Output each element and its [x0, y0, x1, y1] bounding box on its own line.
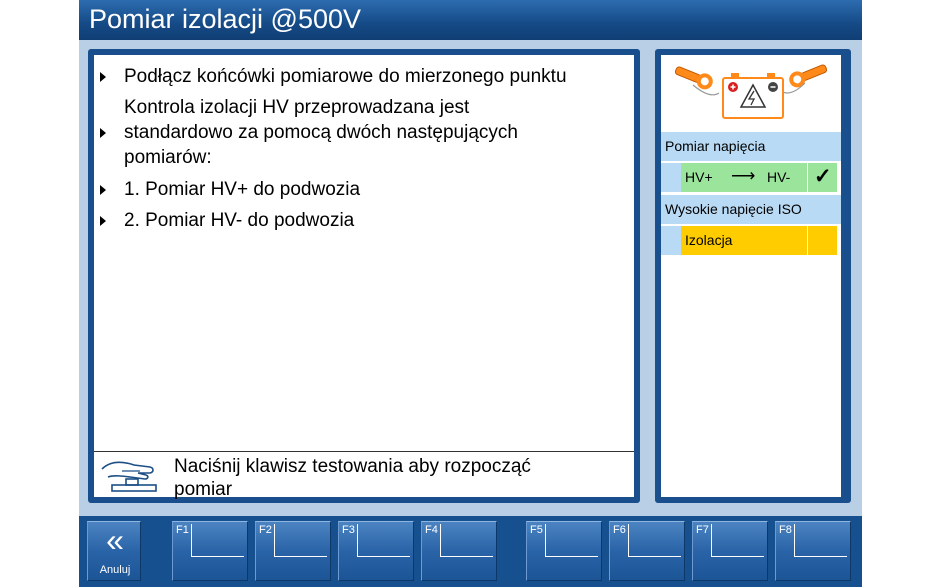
battery-probes-icon — [674, 64, 828, 119]
title-bar: Pomiar izolacji @500V — [79, 0, 862, 40]
instruction-list: Podłącz końcówki pomiarowe do mierzonego… — [94, 55, 634, 451]
instruction-panel: Podłącz końcówki pomiarowe do mierzonego… — [88, 49, 640, 503]
instruction-text: 1. Pomiar HV+ do podwozia — [124, 179, 361, 200]
double-chevron-left-icon: « — [106, 522, 124, 558]
iso-measurement-value: Izolacja — [681, 226, 807, 255]
f5-button[interactable]: F5 — [526, 521, 602, 581]
checkmark-icon: ✓ — [814, 165, 832, 188]
hand-press-button-icon — [101, 461, 157, 492]
status-panel: Pomiar napięcia HV+ ⟶ HV- ✓ Wysokie napi… — [655, 49, 851, 503]
iso-measurement-row[interactable]: Izolacja — [661, 226, 841, 255]
status-content: Pomiar napięcia HV+ ⟶ HV- ✓ Wysokie napi… — [661, 55, 841, 497]
f1-button[interactable]: F1 — [172, 521, 248, 581]
status-cell: ✓ — [808, 163, 837, 192]
instruction-content: Podłącz końcówki pomiarowe do mierzonego… — [94, 55, 634, 500]
hint-text: Naciśnij klawisz testowania aby rozpoczą… — [174, 456, 531, 500]
voltage-measurement-row[interactable]: HV+ ⟶ HV- ✓ — [661, 163, 841, 192]
instruction-text: Kontrola izolacji HV przeprowadzana jest… — [124, 97, 518, 168]
app-window: Pomiar izolacji @500V Podłącz końcówki p… — [79, 0, 862, 587]
bullet-arrow-icon — [100, 185, 106, 195]
arrow-right-icon: ⟶ — [731, 166, 756, 185]
f2-button[interactable]: F2 — [255, 521, 331, 581]
work-area: Podłącz końcówki pomiarowe do mierzonego… — [79, 40, 862, 516]
bullet-arrow-icon — [100, 216, 106, 226]
instruction-text: 2. Pomiar HV- do podwozia — [124, 210, 355, 231]
window-title: Pomiar izolacji @500V — [89, 4, 362, 34]
function-key-bar: « Anuluj F1 F2 F3 F4 F5 F6 F7 F8 — [79, 516, 862, 587]
f8-button[interactable]: F8 — [775, 521, 851, 581]
voltage-measurement-value: HV+ ⟶ HV- — [681, 163, 807, 192]
bullet-arrow-icon — [100, 72, 106, 82]
f7-button[interactable]: F7 — [692, 521, 768, 581]
f3-button[interactable]: F3 — [338, 521, 414, 581]
iso-measurement-header: Wysokie napięcie ISO — [661, 195, 841, 224]
voltage-measurement-header: Pomiar napięcia — [661, 132, 841, 161]
test-hint: Naciśnij klawisz testowania aby rozpoczą… — [94, 451, 634, 500]
f4-button[interactable]: F4 — [421, 521, 497, 581]
bullet-arrow-icon — [100, 128, 106, 138]
status-cell — [808, 226, 837, 255]
f6-button[interactable]: F6 — [609, 521, 685, 581]
instruction-text: Podłącz końcówki pomiarowe do mierzonego… — [124, 66, 567, 87]
cancel-button[interactable]: « Anuluj — [87, 521, 141, 581]
